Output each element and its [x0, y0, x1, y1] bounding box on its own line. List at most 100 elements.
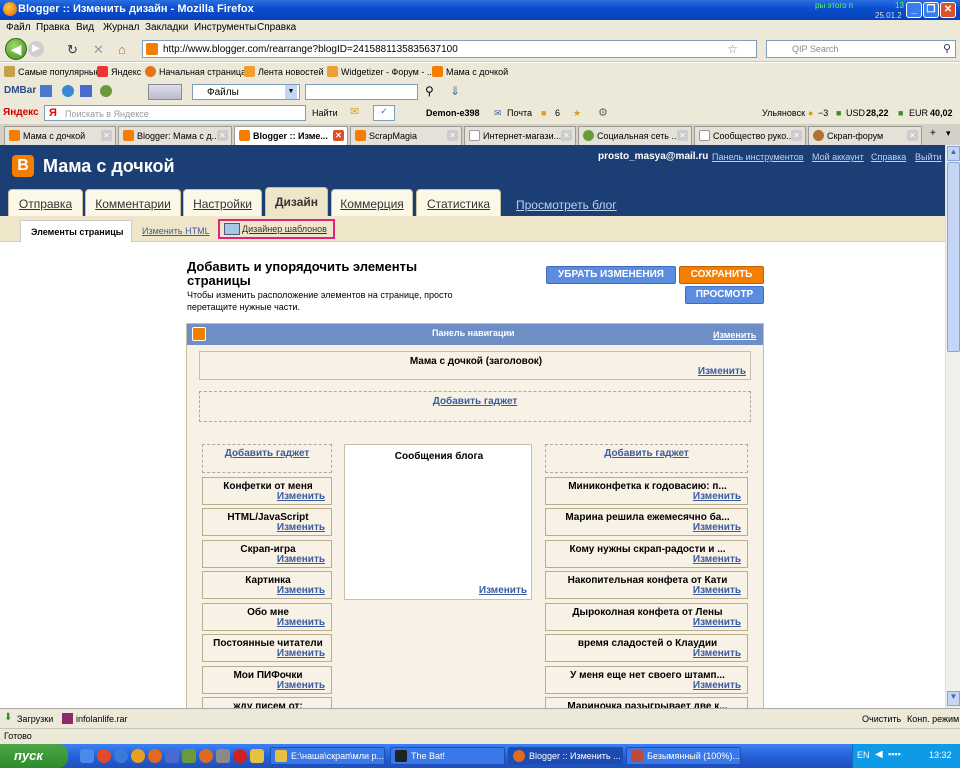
menu-file[interactable]: Файл — [6, 22, 31, 33]
minimize-button[interactable]: _ — [906, 2, 922, 18]
forward-icon[interactable]: ▶ — [28, 41, 44, 57]
search-icon[interactable]: ⚲ — [425, 84, 434, 98]
gadget-left[interactable]: HTML/JavaScript Изменить — [202, 508, 332, 536]
ie-icon[interactable] — [114, 749, 128, 763]
dmbar-field[interactable] — [148, 84, 182, 100]
gadget-left[interactable]: Картинка Изменить — [202, 571, 332, 599]
tab-shop[interactable]: Интернет-магази... ✕ — [464, 126, 576, 145]
menu-help[interactable]: Справка — [257, 22, 296, 33]
dmbar-icon[interactable] — [100, 85, 112, 97]
vertical-scrollbar[interactable]: ▲ ▼ — [945, 145, 960, 708]
gadget-left[interactable]: Мои ПИФочки Изменить — [202, 666, 332, 694]
task-thebat[interactable]: The Bat! — [390, 747, 505, 765]
opera-icon[interactable] — [233, 749, 247, 763]
gadget-left[interactable]: Конфетки от меня Изменить — [202, 477, 332, 505]
app-icon[interactable] — [182, 749, 196, 763]
gadget-edit-link[interactable]: Изменить — [277, 648, 325, 659]
subtab-template-designer[interactable]: Дизайнер шаблонов — [218, 219, 335, 239]
star-icon[interactable]: ★ — [573, 108, 581, 119]
bookmark-yandex[interactable]: Яндекс — [111, 67, 141, 77]
tab-social[interactable]: Социальная сеть ... ✕ — [578, 126, 692, 145]
link-help[interactable]: Справка — [871, 152, 906, 162]
yandex-mail[interactable]: Почта — [507, 108, 532, 118]
blog-posts-edit-link[interactable]: Изменить — [479, 585, 527, 596]
new-tab-icon[interactable]: + — [930, 128, 936, 139]
yandex-user[interactable]: Demon-e398 — [426, 108, 480, 118]
yandex-find-button[interactable]: Найти — [312, 108, 338, 118]
task-explorer[interactable]: E:\наша\скрап\мли р... — [270, 747, 385, 765]
chat-icon[interactable]: ✉ — [350, 105, 359, 118]
url-bar[interactable]: http://www.blogger.com/rearrange?blogID=… — [142, 40, 757, 58]
gadget-edit-link[interactable]: Изменить — [277, 680, 325, 691]
start-button[interactable]: пуск — [0, 744, 68, 768]
gadget-edit-link[interactable]: Изменить — [277, 491, 325, 502]
header-gadget[interactable]: Мама с дочкой (заголовок) Изменить — [199, 351, 751, 380]
navbar-gadget[interactable]: Панель навигации Изменить — [187, 324, 763, 345]
scroll-up-icon[interactable]: ▲ — [947, 146, 960, 161]
firefox-icon[interactable] — [199, 749, 213, 763]
close-tab-icon[interactable]: ✕ — [447, 130, 458, 141]
bookmark-mama[interactable]: Мама с дочкой — [446, 67, 508, 77]
gadget-right[interactable]: Марина решила ежемесячно ба... Изменить — [545, 508, 748, 536]
menu-edit[interactable]: Правка — [36, 22, 70, 33]
firefox-icon[interactable] — [148, 749, 162, 763]
tab-blogger-design[interactable]: Blogger :: Изме... ✕ — [234, 126, 348, 146]
app-icon[interactable] — [131, 749, 145, 763]
tab-scrapforum[interactable]: Скрап-форум ✕ — [808, 126, 922, 145]
gadget-edit-link[interactable]: Изменить — [277, 585, 325, 596]
tray-icons[interactable]: ▪▪▪▪ — [888, 749, 901, 759]
compact-mode-button[interactable]: Конп. режим — [907, 714, 959, 724]
search-box[interactable]: QIP Search ⚲ — [766, 40, 956, 58]
gadget-right[interactable]: Накопительная конфета от Кати Изменить — [545, 571, 748, 599]
dmbar-search-input[interactable] — [305, 84, 418, 100]
close-tab-icon[interactable]: ✕ — [561, 130, 572, 141]
add-gadget-right[interactable]: Добавить гаджет — [545, 444, 748, 473]
app-icon[interactable] — [165, 749, 179, 763]
gadget-edit-link[interactable]: Изменить — [277, 554, 325, 565]
tab-mama[interactable]: Мама с дочкой ✕ — [4, 126, 116, 145]
close-tab-icon[interactable]: ✕ — [677, 130, 688, 141]
tab-design[interactable]: Дизайн — [265, 187, 328, 216]
gadget-edit-link[interactable]: Изменить — [693, 648, 741, 659]
mail-icon[interactable]: ✉ — [494, 108, 502, 119]
task-firefox[interactable]: Blogger :: Изменить ... — [508, 747, 623, 765]
header-edit-link[interactable]: Изменить — [698, 366, 746, 377]
scroll-down-icon[interactable]: ▼ — [947, 691, 960, 706]
download-icon[interactable]: ⇓ — [450, 84, 460, 98]
blogger-logo-icon[interactable]: B — [12, 155, 34, 177]
download-file[interactable]: infolanlife.rar — [76, 714, 128, 724]
task-editor[interactable]: Безымянный (100%)... — [626, 747, 741, 765]
tab-stats[interactable]: Статистика — [416, 189, 501, 216]
tab-community[interactable]: Сообщество руко... ✕ — [694, 126, 806, 145]
downloads-label[interactable]: Загрузки — [17, 714, 53, 724]
gadget-edit-link[interactable]: Изменить — [693, 585, 741, 596]
files-select[interactable]: Файлы ▼ — [192, 84, 300, 100]
close-tab-icon[interactable]: ✕ — [791, 130, 802, 141]
yandex-count[interactable]: 6 — [555, 108, 560, 118]
gadget-edit-link[interactable]: Изменить — [693, 617, 741, 628]
language-indicator[interactable]: EN — [857, 750, 870, 760]
gadget-right[interactable]: Кому нужны скрап-радости и ... Изменить — [545, 540, 748, 568]
view-blog-link[interactable]: Просмотреть блог — [516, 198, 617, 212]
gadget-right[interactable]: время сладостей о Клаудии Изменить — [545, 634, 748, 662]
desktop-icon[interactable] — [80, 749, 94, 763]
link-logout[interactable]: Выйти — [915, 152, 942, 162]
save-button[interactable]: СОХРАНИТЬ — [679, 266, 764, 284]
dmbar-icon[interactable] — [40, 85, 52, 97]
subtab-edit-html[interactable]: Изменить HTML — [142, 226, 210, 236]
close-tab-icon[interactable]: ✕ — [217, 130, 228, 141]
tray-arrow-icon[interactable]: ◀ — [875, 749, 883, 760]
tab-posting[interactable]: Отправка — [8, 189, 83, 216]
gadget-left[interactable]: Обо мне Изменить — [202, 603, 332, 631]
app-icon[interactable] — [250, 749, 264, 763]
home-icon[interactable]: ⌂ — [118, 42, 126, 57]
reload-icon[interactable]: ↻ — [67, 42, 78, 58]
close-tab-icon[interactable]: ✕ — [907, 130, 918, 141]
preview-button[interactable]: ПРОСМОТР — [685, 286, 764, 304]
stop-icon[interactable]: ✕ — [93, 42, 104, 58]
app-icon[interactable] — [216, 749, 230, 763]
link-dashboard[interactable]: Панель инструментов — [712, 152, 804, 162]
bookmark-news[interactable]: Лента новостей — [258, 67, 324, 77]
subtab-page-elements[interactable]: Элементы страницы — [20, 220, 132, 242]
star-icon[interactable]: ☆ — [727, 42, 738, 56]
